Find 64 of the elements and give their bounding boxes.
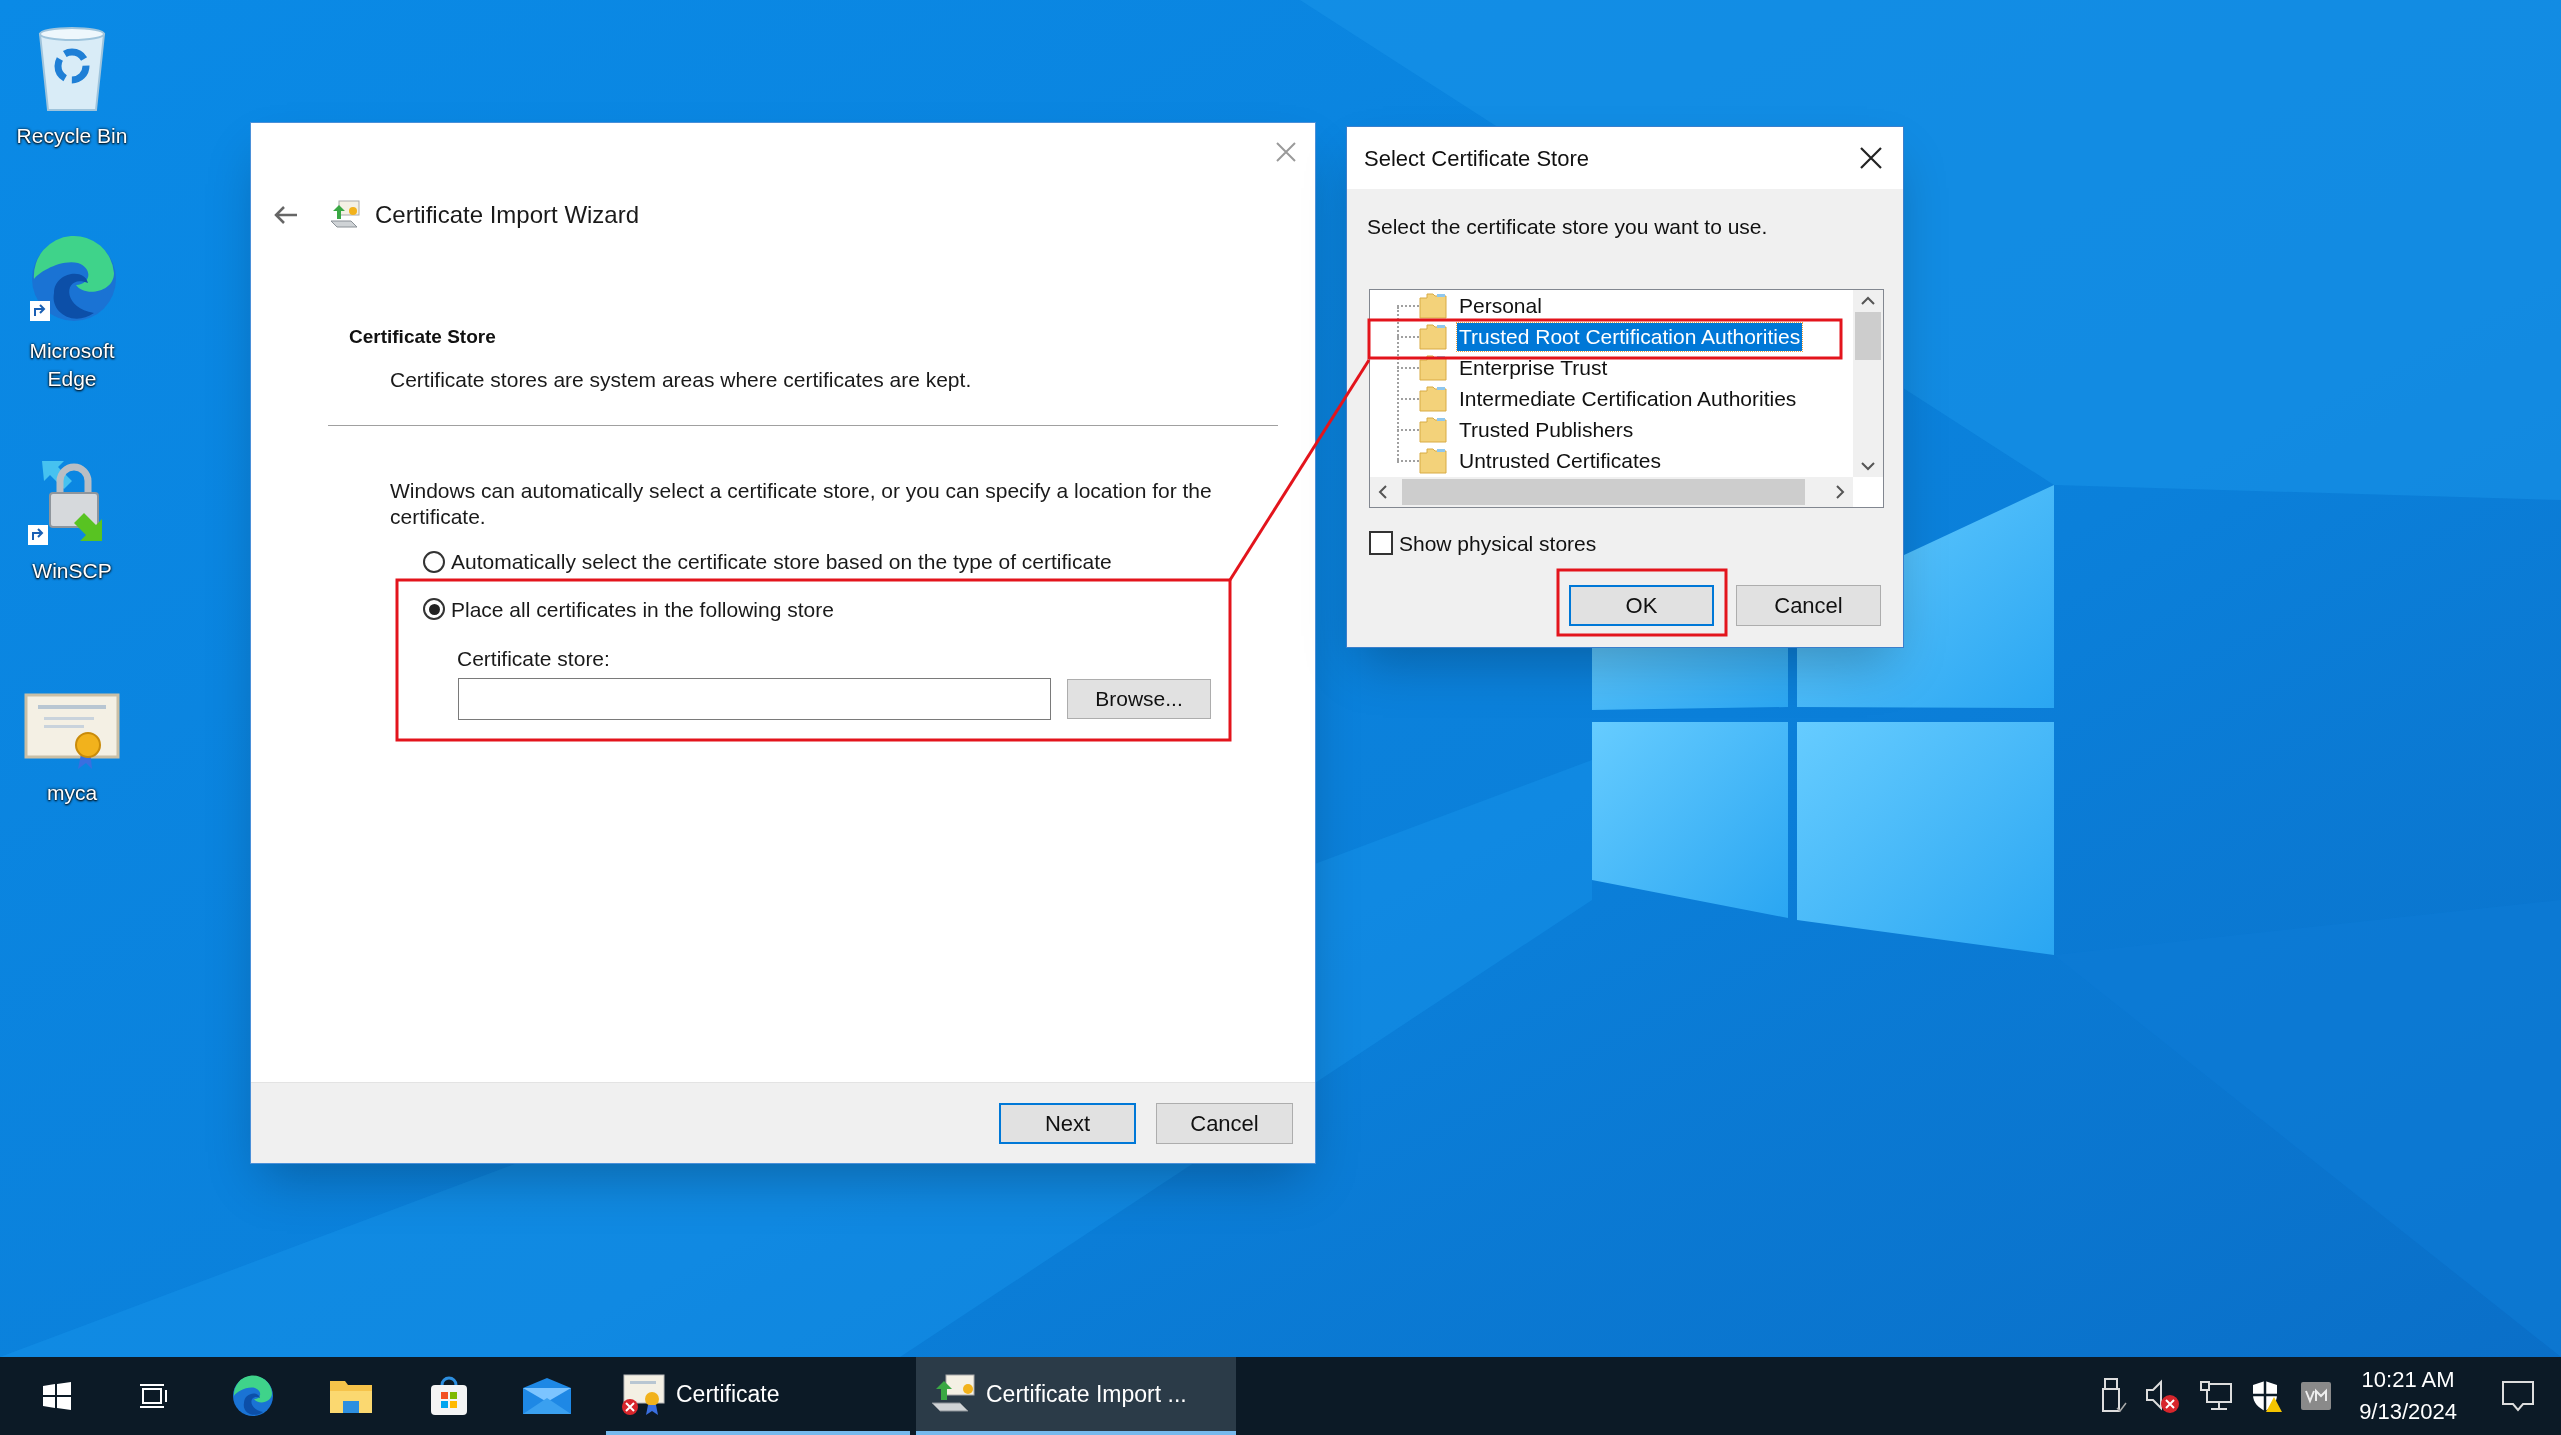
envelope-icon (523, 1378, 571, 1414)
speech-bubble-icon (2501, 1380, 2535, 1412)
checkbox[interactable] (1369, 531, 1393, 556)
vm-tools-icon[interactable] (2301, 1382, 2332, 1410)
certificate-icon (24, 691, 120, 771)
task-view-icon (140, 1382, 170, 1410)
certificate-wizard-icon (329, 199, 361, 231)
taskbar-window-button[interactable]: Certificate (606, 1357, 910, 1435)
browse-button[interactable]: Browse... (1067, 678, 1211, 719)
close-icon (1859, 146, 1883, 170)
folder-icon (1419, 293, 1447, 319)
clock[interactable]: 10:21 AM 9/13/2024 (2349, 1364, 2467, 1428)
checkbox-label[interactable]: Show physical stores (1399, 527, 1597, 559)
radio-button[interactable] (423, 550, 445, 573)
shopping-bag-icon (428, 1375, 470, 1417)
cancel-button[interactable]: Cancel (1736, 585, 1881, 626)
browser-icon (231, 1374, 275, 1418)
scroll-right-icon[interactable] (1835, 483, 1845, 500)
primary-button[interactable]: Next (999, 1102, 1136, 1144)
tree-item[interactable]: Trusted Root Certification Authorities (1457, 323, 1803, 351)
shield-warning-icon[interactable] (2251, 1379, 2284, 1413)
folder-icon (1419, 386, 1447, 412)
section-description: Certificate stores are system areas where certificates are kept. (390, 366, 973, 393)
cancel-button[interactable]: Cancel (1156, 1102, 1293, 1144)
tree-item[interactable]: Intermediate Certification Authorities (1457, 385, 1799, 413)
usb-drive-icon[interactable] (2101, 1378, 2128, 1414)
field-label: Certificate store: (457, 646, 611, 672)
speaker-muted-icon[interactable] (2145, 1378, 2182, 1414)
folder-icon (1419, 448, 1447, 474)
scroll-left-icon[interactable] (1378, 483, 1388, 500)
icon-label[interactable]: Recycle Bin (7, 122, 137, 150)
certificate-wizard-icon (930, 1373, 976, 1415)
folder-icon (1419, 324, 1447, 350)
scroll-thumb[interactable] (1855, 311, 1881, 360)
radio-button[interactable] (423, 598, 445, 621)
option-label[interactable]: Automatically select the certificate store based on the type of certificate (451, 546, 1112, 578)
tree-item[interactable]: Personal (1457, 292, 1544, 320)
icon-label[interactable]: myca (7, 779, 137, 807)
certificate-icon (620, 1373, 666, 1415)
icon-label[interactable]: Microsoft Edge (7, 337, 137, 393)
intro-text: Windows can automatically select a certificate store, or you can specify a location for the certificate. (390, 478, 1213, 530)
taskbar-window-button[interactable]: Certificate Import ... (916, 1357, 1236, 1435)
dialog-prompt: Select the certificate store you want to use. (1367, 214, 1769, 240)
scrollbar[interactable] (1853, 289, 1883, 477)
scroll-thumb[interactable] (1402, 478, 1805, 505)
option-label[interactable]: Place all certificates in the following store (451, 593, 834, 625)
tree-item[interactable]: Trusted Publishers (1457, 416, 1636, 444)
icon-label[interactable]: WinSCP (7, 557, 137, 585)
section-heading: Certificate Store (349, 325, 497, 349)
primary-button[interactable]: OK (1569, 585, 1714, 626)
scroll-down-icon[interactable] (1860, 460, 1876, 471)
input-field[interactable] (458, 677, 1051, 720)
windows-logo-icon (43, 1382, 71, 1410)
window-title: Certificate Import Wizard (375, 200, 640, 230)
scrollbar[interactable] (1370, 476, 1853, 507)
network-icon[interactable] (2199, 1381, 2234, 1411)
tree-item[interactable]: Enterprise Trust (1457, 354, 1610, 382)
folder-icon (1419, 355, 1447, 381)
tree-item[interactable]: Untrusted Certificates (1457, 447, 1663, 475)
folder-icon (1419, 417, 1447, 443)
back-arrow-icon (273, 205, 299, 225)
scroll-up-icon[interactable] (1860, 295, 1876, 306)
dialog-title: Select Certificate Store (1364, 144, 1589, 173)
close-icon (1275, 141, 1297, 163)
